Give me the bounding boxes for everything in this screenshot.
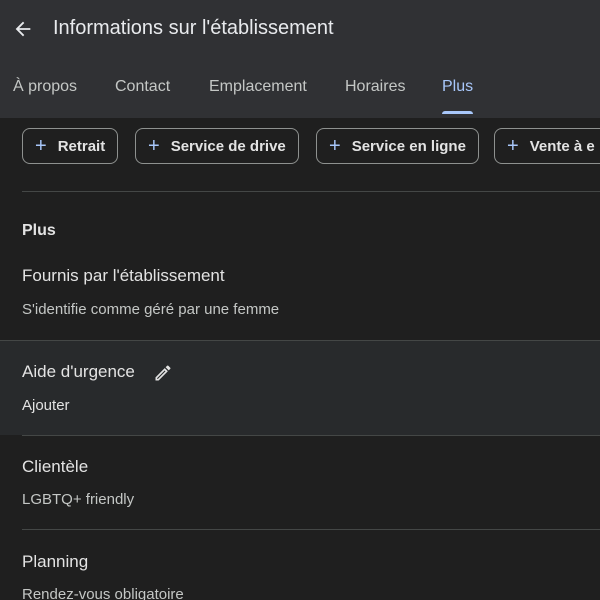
row-title-fournis: Fournis par l'établissement [22, 266, 225, 285]
row-highlight [0, 340, 600, 435]
tab-emplacement[interactable]: Emplacement [209, 78, 307, 114]
row-value-fournis[interactable]: S'identifie comme géré par une femme [22, 301, 279, 318]
main-content: + Retrait + Service de drive + Service en l… [0, 118, 600, 600]
chip-service-en-ligne[interactable]: + Service en ligne [316, 128, 479, 164]
divider [22, 435, 600, 436]
tab-contact[interactable]: Contact [115, 78, 170, 114]
row-value-clientele[interactable]: LGBTQ+ friendly [22, 491, 134, 508]
tab-horaires[interactable]: Horaires [345, 78, 405, 114]
row-title-clientele: Clientèle [22, 457, 89, 476]
pencil-icon[interactable] [153, 363, 173, 383]
plus-icon: + [35, 135, 47, 157]
back-button[interactable] [10, 16, 36, 42]
chip-retrait[interactable]: + Retrait [22, 128, 119, 164]
page-title: Informations sur l'établissement [53, 17, 334, 39]
tab-plus[interactable]: Plus [442, 78, 474, 114]
chip-service-de-drive[interactable]: + Service de drive [135, 128, 299, 164]
add-value-button[interactable]: Ajouter [22, 397, 70, 414]
section-title: Plus [22, 222, 56, 239]
row-title-aide-urgence: Aide d'urgence [22, 362, 135, 381]
plus-icon: + [507, 135, 519, 157]
chip-vente-a-emporter[interactable]: + Vente à e [494, 128, 600, 164]
plus-icon: + [329, 135, 341, 157]
tab-a-propos[interactable]: À propos [13, 78, 77, 114]
divider [0, 340, 600, 341]
divider [22, 529, 600, 530]
app-header: Informations sur l'établissement À propo… [0, 0, 600, 118]
plus-icon: + [148, 135, 160, 157]
divider [22, 191, 600, 192]
active-tab-indicator [442, 111, 474, 114]
row-title-planning: Planning [22, 552, 89, 571]
tab-bar: À propos Contact Emplacement Horaires Pl… [0, 70, 600, 118]
row-value-planning[interactable]: Rendez-vous obligatoire [22, 586, 184, 600]
arrow-left-icon [15, 21, 31, 37]
